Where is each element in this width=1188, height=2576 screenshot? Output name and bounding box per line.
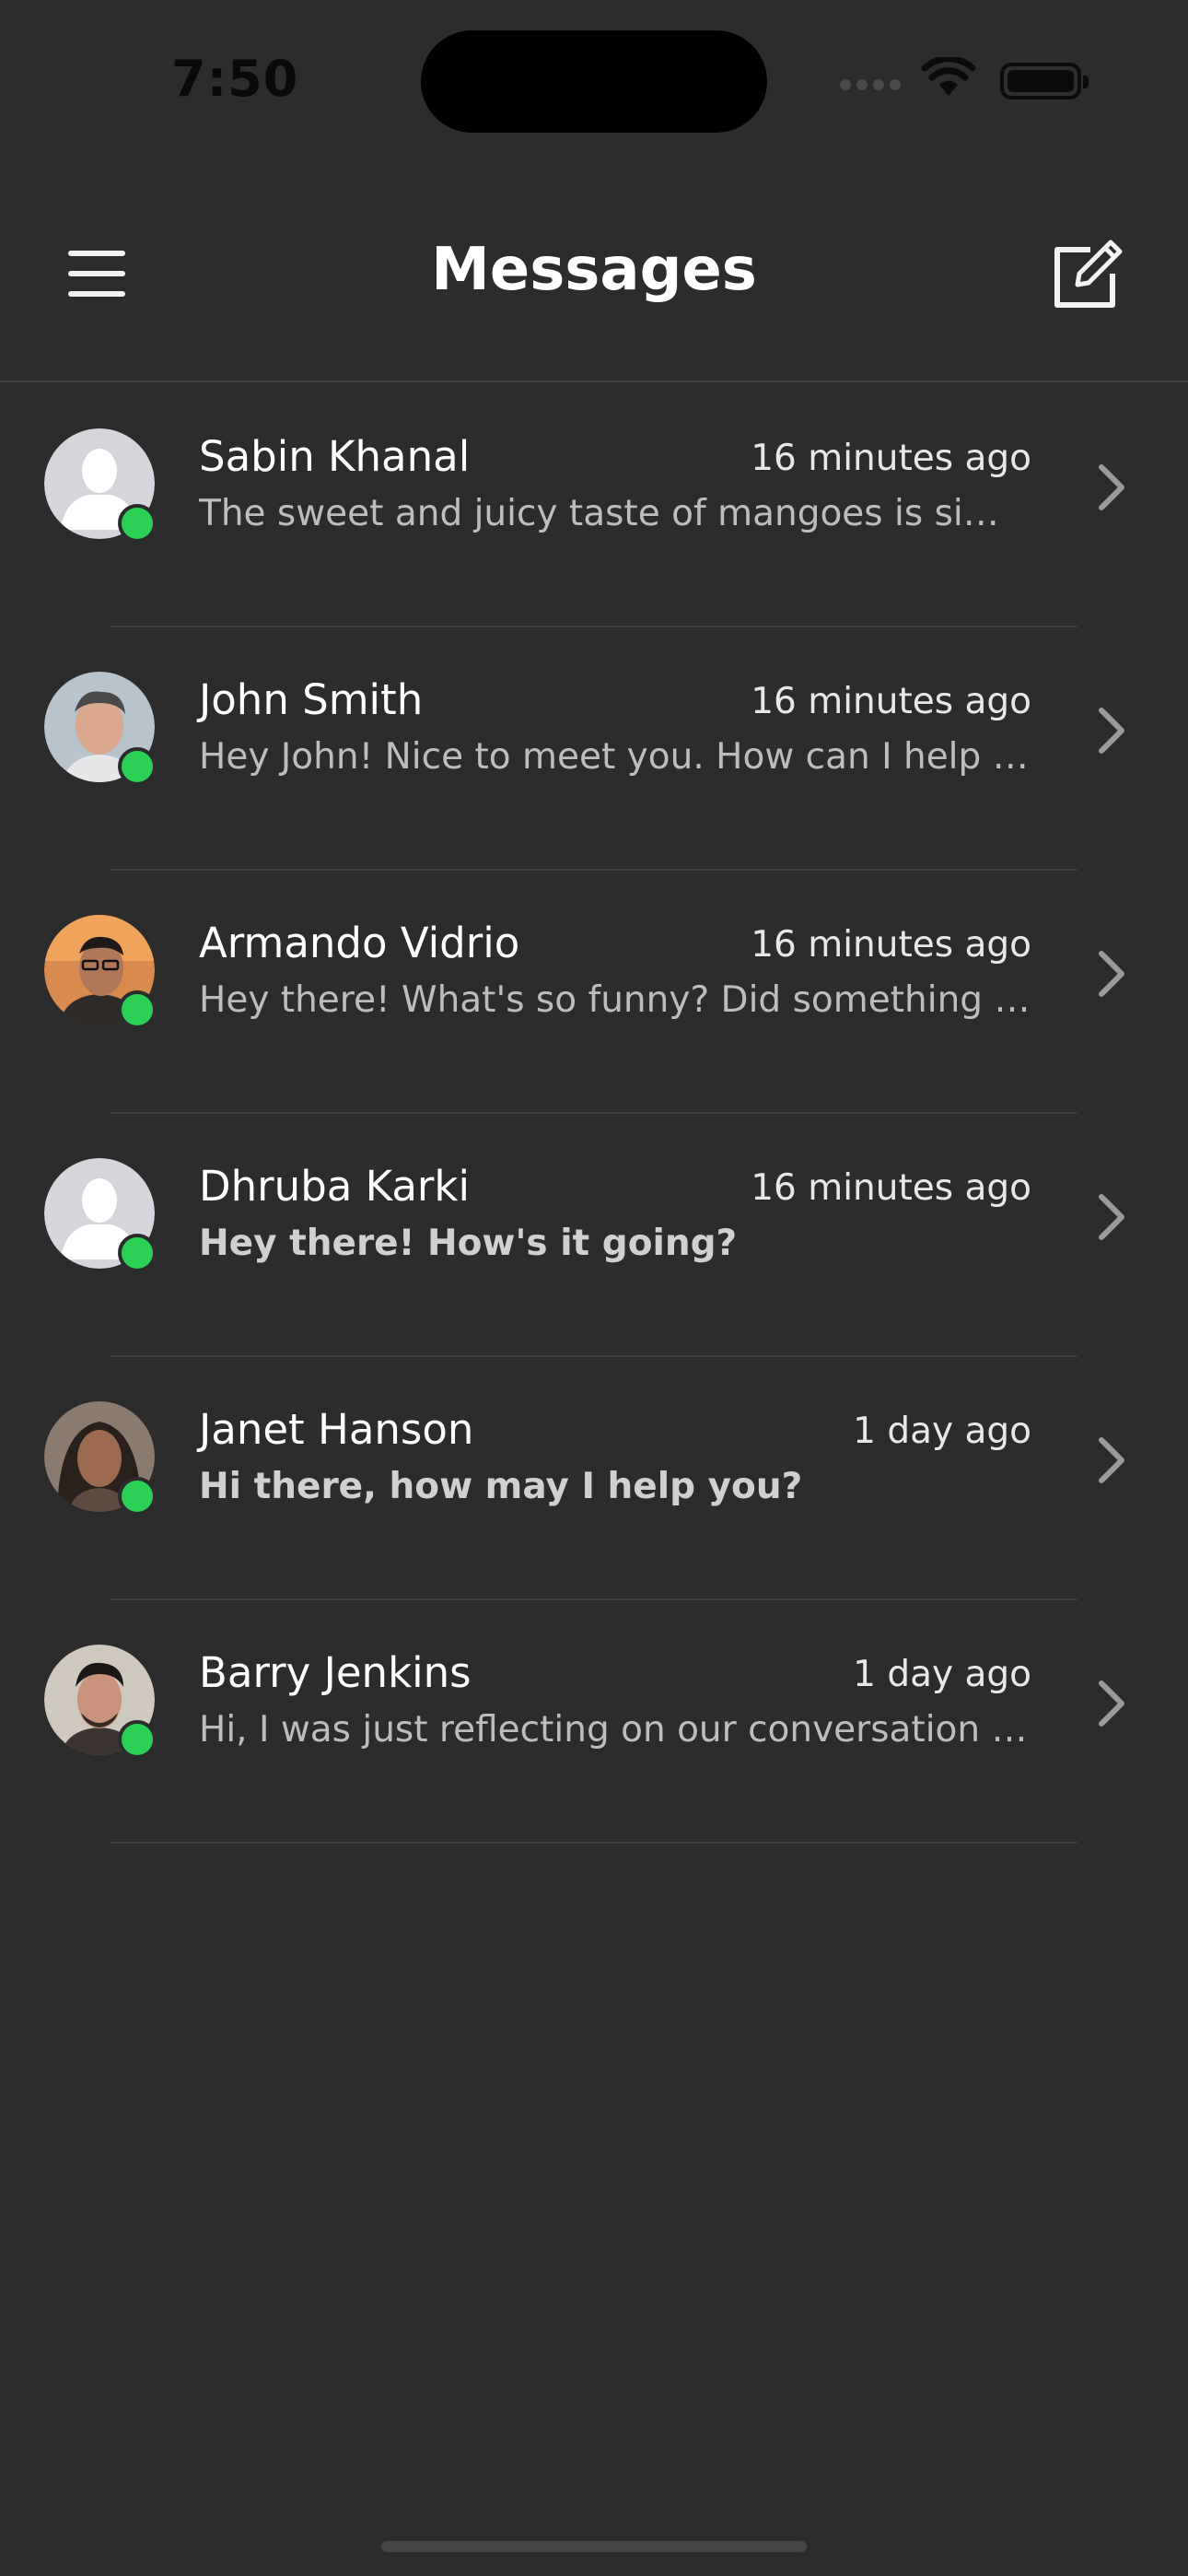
conversation-row[interactable]: Sabin Khanal 16 minutes ago The sweet an… (0, 384, 1188, 627)
contact-name: Janet Hanson (199, 1405, 474, 1454)
avatar (44, 428, 157, 543)
message-timestamp: 1 day ago (853, 1654, 1031, 1695)
message-timestamp: 1 day ago (853, 1411, 1031, 1452)
message-preview: The sweet and juicy taste of mangoes is … (199, 493, 1032, 534)
avatar (44, 1401, 157, 1516)
message-preview: Hey there! What's so funny? Did somethin… (199, 979, 1032, 1021)
contact-name: Dhruba Karki (199, 1162, 470, 1211)
dynamic-island (421, 30, 767, 133)
chevron-right-icon (1099, 708, 1124, 754)
conversation-row[interactable]: Barry Jenkins 1 day ago Hi, I was just r… (0, 1600, 1188, 1844)
conversation-row[interactable]: John Smith 16 minutes ago Hey John! Nice… (0, 627, 1188, 871)
message-preview: Hey John! Nice to meet you. How can I he… (199, 736, 1032, 778)
conversation-list: Sabin Khanal 16 minutes ago The sweet an… (0, 384, 1188, 1844)
message-timestamp: 16 minutes ago (751, 438, 1031, 479)
online-status-indicator (118, 1234, 157, 1272)
avatar (44, 1645, 157, 1759)
avatar (44, 915, 157, 1029)
chevron-right-icon (1099, 951, 1124, 997)
contact-name: Sabin Khanal (199, 432, 471, 481)
conversation-row[interactable]: Armando Vidrio 16 minutes ago Hey there!… (0, 871, 1188, 1114)
message-timestamp: 16 minutes ago (751, 1167, 1031, 1209)
battery-icon (1000, 63, 1089, 100)
messages-screen: 7:50 Messages Sabin Khanal 16 minutes ag… (0, 0, 1188, 2576)
online-status-indicator (118, 747, 157, 786)
conversation-row[interactable]: Dhruba Karki 16 minutes ago Hey there! H… (0, 1114, 1188, 1357)
contact-name: Barry Jenkins (199, 1648, 472, 1697)
cellular-signal-icon (840, 79, 901, 90)
message-preview: Hi, I was just reflecting on our convers… (199, 1709, 1032, 1751)
message-preview-unread: Hi there, how may I help you? (199, 1466, 803, 1507)
chevron-right-icon (1099, 1194, 1124, 1240)
message-timestamp: 16 minutes ago (751, 681, 1031, 722)
compose-icon[interactable] (1050, 235, 1127, 312)
status-bar: 7:50 (0, 0, 1188, 157)
conversation-row[interactable]: Janet Hanson 1 day ago Hi there, how may… (0, 1357, 1188, 1600)
online-status-indicator (118, 990, 157, 1029)
online-status-indicator (118, 1477, 157, 1516)
avatar (44, 672, 157, 786)
online-status-indicator (118, 504, 157, 543)
contact-name: Armando Vidrio (199, 919, 520, 967)
status-time: 7:50 (171, 50, 299, 108)
message-timestamp: 16 minutes ago (751, 924, 1031, 966)
page-title: Messages (431, 236, 757, 304)
home-indicator[interactable] (381, 2541, 807, 2552)
row-divider (111, 1842, 1077, 1844)
chevron-right-icon (1099, 1680, 1124, 1727)
header: Messages (0, 184, 1188, 382)
wifi-icon (921, 57, 976, 96)
message-preview-unread: Hey there! How's it going? (199, 1223, 738, 1264)
chevron-right-icon (1099, 1437, 1124, 1483)
chevron-right-icon (1099, 464, 1124, 510)
avatar (44, 1158, 157, 1272)
online-status-indicator (118, 1720, 157, 1759)
contact-name: John Smith (199, 675, 424, 724)
